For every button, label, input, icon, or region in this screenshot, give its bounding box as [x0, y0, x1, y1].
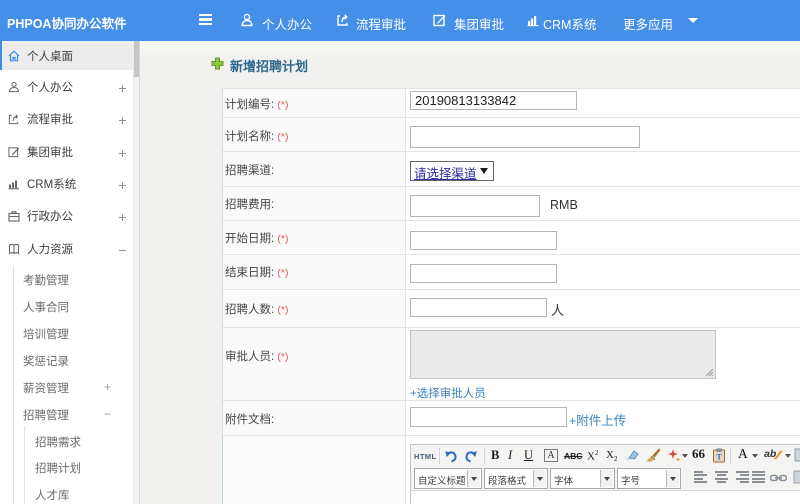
svg-text:T: T — [716, 453, 722, 462]
